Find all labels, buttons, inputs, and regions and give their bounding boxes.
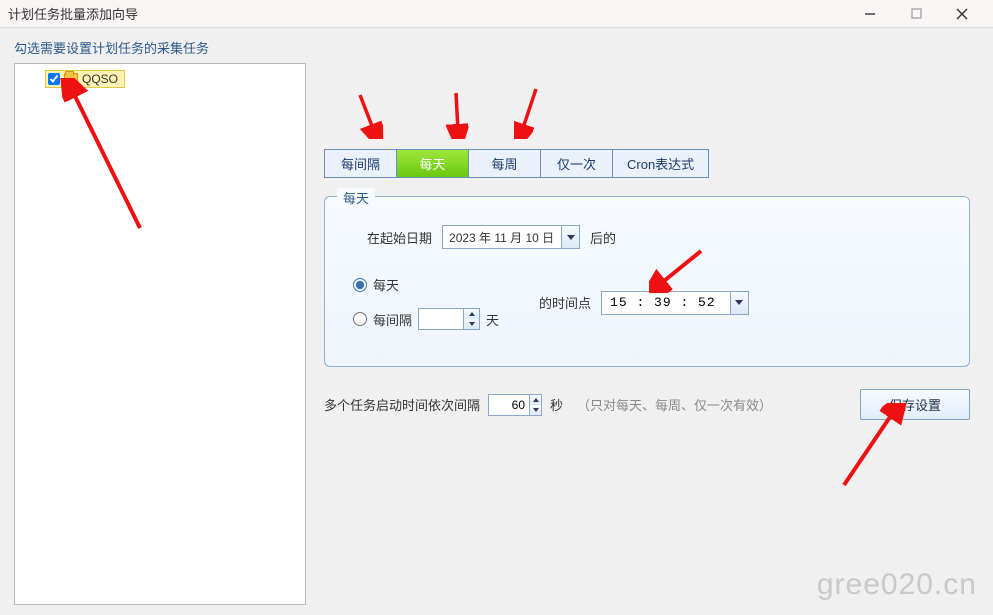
tab-cron[interactable]: Cron表达式 <box>613 150 708 177</box>
maximize-button[interactable] <box>893 1 939 27</box>
date-dropdown-button[interactable] <box>561 226 579 248</box>
spin-up-button[interactable] <box>530 395 541 405</box>
window-title: 计划任务批量添加向导 <box>8 4 847 23</box>
folder-icon <box>64 73 78 85</box>
interval-days-field[interactable] <box>418 308 480 330</box>
interval-unit-label: 天 <box>486 310 499 329</box>
stagger-seconds-input[interactable] <box>489 395 529 415</box>
daily-settings-panel: 每天 在起始日期 2023 年 11 月 10 日 后的 每天 <box>324 196 970 367</box>
spin-up-button[interactable] <box>464 309 479 319</box>
tab-daily[interactable]: 每天 <box>397 150 469 177</box>
chevron-down-icon <box>469 322 475 326</box>
stagger-unit: 秒 <box>550 395 563 414</box>
after-label: 后的 <box>590 228 616 247</box>
subtitle: 勾选需要设置计划任务的采集任务 <box>14 38 979 57</box>
task-tree-panel[interactable]: QQSO <box>14 63 306 605</box>
start-date-picker[interactable]: 2023 年 11 月 10 日 <box>442 225 580 249</box>
radio-daily-input[interactable] <box>353 278 367 292</box>
chevron-up-icon <box>469 312 475 316</box>
close-button[interactable] <box>939 1 985 27</box>
minimize-button[interactable] <box>847 1 893 27</box>
annotation-arrow <box>446 89 470 139</box>
chevron-down-icon <box>735 300 743 305</box>
tree-item-checkbox[interactable] <box>48 73 60 85</box>
start-date-value: 2023 年 11 月 10 日 <box>449 229 561 246</box>
schedule-tabs: 每间隔 每天 每周 仅一次 Cron表达式 <box>324 149 709 178</box>
chevron-up-icon <box>533 398 539 402</box>
panel-legend: 每天 <box>337 188 375 207</box>
annotation-arrow <box>514 85 544 139</box>
schedule-config-area: 每间隔 每天 每周 仅一次 Cron表达式 每天 在起始日期 2023 年 11… <box>324 63 979 420</box>
window-controls <box>847 1 985 27</box>
time-value: 15 : 39 : 52 <box>610 295 716 310</box>
tree-item-label: QQSO <box>82 72 118 86</box>
content-area: 勾选需要设置计划任务的采集任务 QQSO <box>0 28 993 615</box>
time-picker[interactable]: 15 : 39 : 52 <box>601 291 749 315</box>
time-dropdown-button[interactable] <box>730 292 748 314</box>
start-date-label: 在起始日期 <box>367 228 432 247</box>
watermark: gree020.cn <box>817 568 977 602</box>
save-button[interactable]: 保存设置 <box>860 389 970 420</box>
tab-interval[interactable]: 每间隔 <box>325 150 397 177</box>
annotation-arrow <box>354 89 384 139</box>
interval-days-input[interactable] <box>419 309 463 329</box>
bottom-row: 多个任务启动时间依次间隔 秒 （只对每天、每周、仅一次有效） 保存设置 <box>324 389 970 420</box>
tree-item[interactable]: QQSO <box>45 70 125 88</box>
titlebar: 计划任务批量添加向导 <box>0 0 993 28</box>
time-label: 的时间点 <box>539 293 591 312</box>
chevron-down-icon <box>567 235 575 240</box>
tab-weekly[interactable]: 每周 <box>469 150 541 177</box>
radio-interval[interactable]: 每间隔 天 <box>353 308 499 330</box>
spin-down-button[interactable] <box>464 319 479 329</box>
stagger-label: 多个任务启动时间依次间隔 <box>324 395 480 414</box>
annotation-arrow <box>649 247 709 293</box>
spin-down-button[interactable] <box>530 405 541 415</box>
stagger-seconds-field[interactable] <box>488 394 542 416</box>
radio-interval-input[interactable] <box>353 312 367 326</box>
chevron-down-icon <box>533 408 539 412</box>
radio-daily-label: 每天 <box>373 275 399 294</box>
annotation-arrow <box>60 78 150 238</box>
stagger-hint: （只对每天、每周、仅一次有效） <box>577 395 772 414</box>
radio-daily[interactable]: 每天 <box>353 275 499 294</box>
tab-once[interactable]: 仅一次 <box>541 150 613 177</box>
radio-interval-label: 每间隔 <box>373 310 412 329</box>
